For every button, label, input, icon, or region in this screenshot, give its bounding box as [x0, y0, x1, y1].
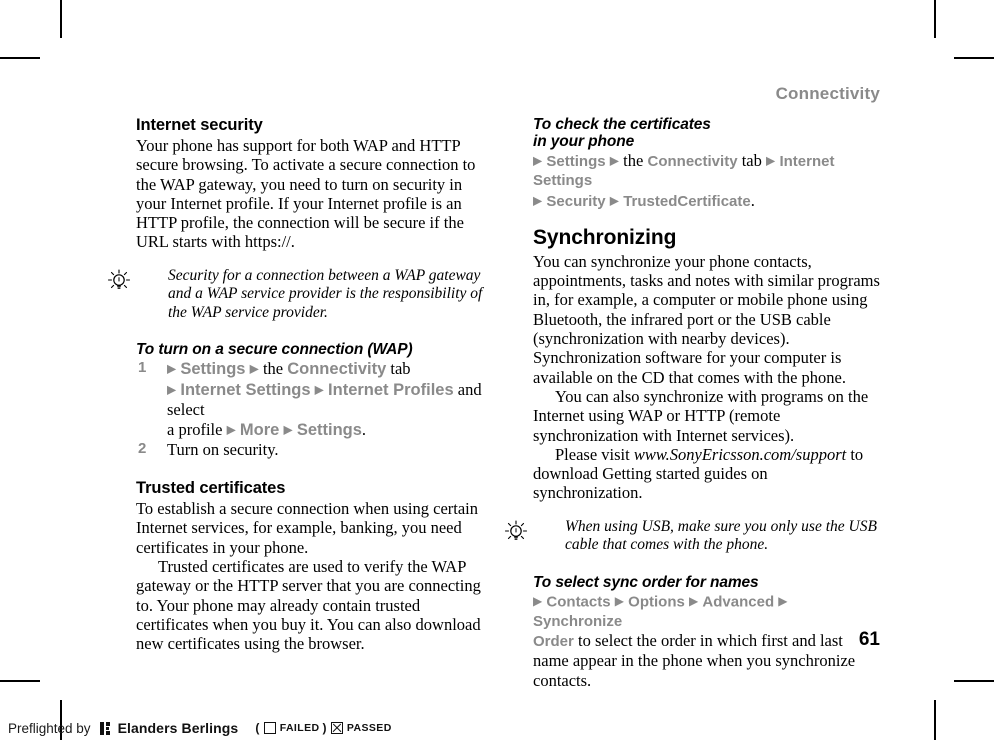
path-plain-text: Turn on security.	[167, 440, 279, 460]
tip-usb-cable: When using USB, make sure you only use t…	[504, 517, 880, 555]
path-arrow-icon: ▶	[533, 153, 543, 168]
path-arrow-icon: ▶	[226, 422, 236, 437]
step-number: 2	[138, 440, 147, 458]
preflight-label: Preflighted by	[8, 720, 91, 736]
menu-item-label: Advanced	[702, 593, 775, 611]
support-url: www.SonyEricsson.com/support	[633, 444, 847, 464]
heading-synchronizing: Synchronizing	[533, 225, 677, 249]
heading-check-certificates: To check the certificates in your phone	[533, 116, 880, 150]
path-arrow-icon: ▶	[314, 382, 324, 397]
passed-checkbox[interactable]	[330, 722, 343, 734]
passed-label: PASSED	[346, 722, 392, 734]
menu-item-label: Settings	[546, 153, 606, 170]
menu-item-label: Order	[533, 632, 574, 650]
paragraph-trusted-certificates-2: Trusted certificates are used to verify …	[136, 557, 481, 654]
paragraph-synchronizing-2: You can also synchronize with programs o…	[533, 386, 869, 445]
tip-text-usb-cable: When using USB, make sure you only use t…	[565, 517, 877, 554]
heading-line-2: in your phone	[533, 133, 635, 150]
step-item: 2 Turn on security.	[136, 440, 483, 460]
heading-select-sync-order: To select sync order for names	[533, 573, 759, 591]
right-column: To check the certificates in your phone …	[504, 116, 880, 692]
path-plain-text: tab	[390, 359, 411, 379]
tip-text-wap-security: Security for a connection between a WAP …	[168, 266, 483, 321]
lightbulb-tip-icon	[106, 269, 132, 293]
path-plain-text: the	[262, 359, 284, 379]
step-item: 1 ▶ Settings ▶ the Connectivity tab ▶ Int…	[136, 359, 483, 440]
path-arrow-icon: ▶	[167, 361, 177, 376]
path-plain-text: tab	[741, 151, 762, 170]
path-arrow-icon: ▶	[609, 193, 620, 208]
menu-item-label: Security	[546, 192, 606, 210]
elanders-logo-icon	[99, 721, 113, 735]
path-arrow-icon: ▶	[167, 382, 177, 397]
paren-close: )	[322, 721, 327, 735]
menu-item-label: TrustedCertificate	[623, 192, 751, 210]
path-arrow-icon: ▶	[766, 153, 776, 168]
running-head: Connectivity	[775, 84, 880, 103]
paragraph-trusted-certificates-1: To establish a secure connection when us…	[136, 499, 479, 557]
menu-item-label: Internet Profiles	[328, 380, 454, 399]
menu-path-check-certificates: ▶ Settings ▶ the Connectivity tab ▶ Inte…	[533, 151, 880, 211]
menu-item-label: Connectivity	[287, 360, 387, 379]
path-arrow-icon: ▶	[533, 593, 543, 608]
preflight-brand: Elanders Berlings	[117, 720, 239, 736]
preflight-footer: Preflighted by Elanders Berlings ( FAILE…	[8, 718, 392, 738]
menu-path-select-sync-order: ▶ Contacts ▶ Options ▶ Advanced ▶ Synchr…	[533, 592, 880, 692]
path-plain-text: .	[750, 190, 755, 210]
paragraph-internet-security: Your phone has support for both WAP and …	[136, 136, 476, 252]
menu-item-label: Contacts	[546, 593, 611, 611]
path-plain-text: a profile	[167, 419, 223, 439]
path-arrow-icon: ▶	[778, 593, 788, 608]
menu-item-label: Options	[628, 593, 685, 611]
path-plain-text: to select the order in which first and l…	[533, 630, 856, 691]
heading-line-1: To check the certificates	[533, 116, 711, 133]
menu-item-label: More	[239, 420, 280, 439]
step-number: 1	[138, 359, 147, 377]
lightbulb-tip-icon	[503, 520, 529, 544]
step-content: Turn on security.	[167, 440, 279, 459]
tip-wap-security: Security for a connection between a WAP …	[107, 266, 483, 323]
paren-open: (	[255, 721, 260, 735]
path-arrow-icon: ▶	[614, 593, 624, 608]
menu-item-label: Synchronize	[533, 612, 623, 630]
menu-item-label: Settings	[296, 420, 362, 439]
failed-label: FAILED	[279, 722, 320, 734]
path-arrow-icon: ▶	[283, 422, 293, 437]
left-column: Internet security Your phone has support…	[107, 116, 483, 654]
heading-internet-security: Internet security	[136, 116, 263, 134]
path-arrow-icon: ▶	[689, 593, 699, 608]
heading-turn-on-secure-connection: To turn on a secure connection (WAP)	[136, 341, 413, 359]
manual-page: Connectivity Internet security Your phon…	[0, 0, 994, 740]
page-number: 61	[858, 629, 880, 650]
path-plain-text: the	[623, 151, 644, 170]
preflight-status-group: ( FAILED ) PASSED	[252, 721, 391, 735]
visit-prefix: Please visit	[555, 444, 634, 464]
path-arrow-icon: ▶	[609, 153, 619, 168]
heading-trusted-certificates: Trusted certificates	[136, 479, 286, 498]
paragraph-synchronizing-1: You can synchronize your phone contacts,…	[533, 251, 880, 387]
path-plain-text: .	[361, 419, 367, 439]
menu-item-label: Connectivity	[647, 153, 738, 170]
path-arrow-icon: ▶	[533, 193, 543, 208]
failed-checkbox[interactable]	[263, 722, 276, 734]
paragraph-synchronizing-3: Please visit www.SonyEricsson.com/suppor…	[533, 445, 880, 503]
menu-item-label: Internet Settings	[180, 380, 311, 399]
menu-item-label: Settings	[180, 360, 246, 379]
path-arrow-icon: ▶	[249, 361, 259, 376]
step-content: ▶ Settings ▶ the Connectivity tab ▶ Inter…	[167, 359, 482, 439]
